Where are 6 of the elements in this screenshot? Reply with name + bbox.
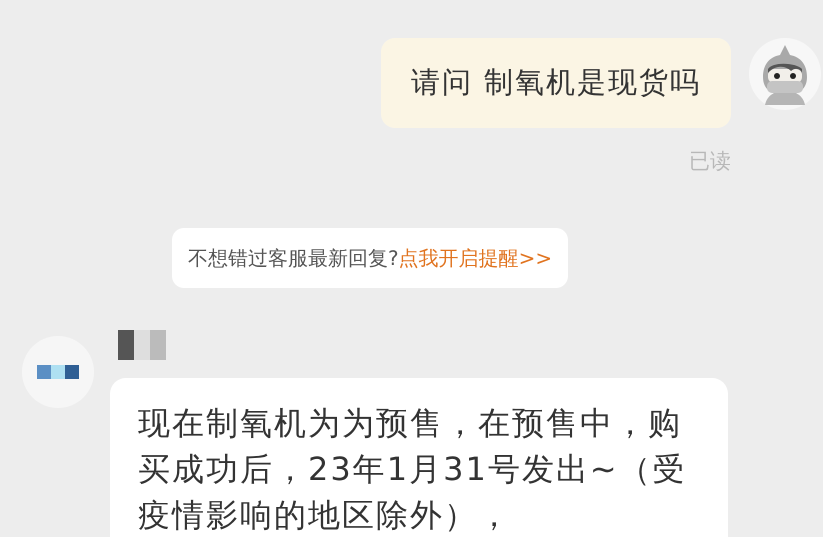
pixelated-name (118, 330, 166, 360)
notice-text: 不想错过客服最新回复? (188, 244, 399, 272)
enable-reminder-link[interactable]: 点我开启提醒>> (398, 242, 552, 272)
message-bubble: 现在制氧机为为预售，在预售中，购买成功后，23年1月31号发出~（受疫情影响的地区除外）， (110, 378, 728, 537)
message-bubble: 请问 制氧机是现货吗 (380, 38, 731, 128)
pixelated-block (37, 364, 79, 378)
